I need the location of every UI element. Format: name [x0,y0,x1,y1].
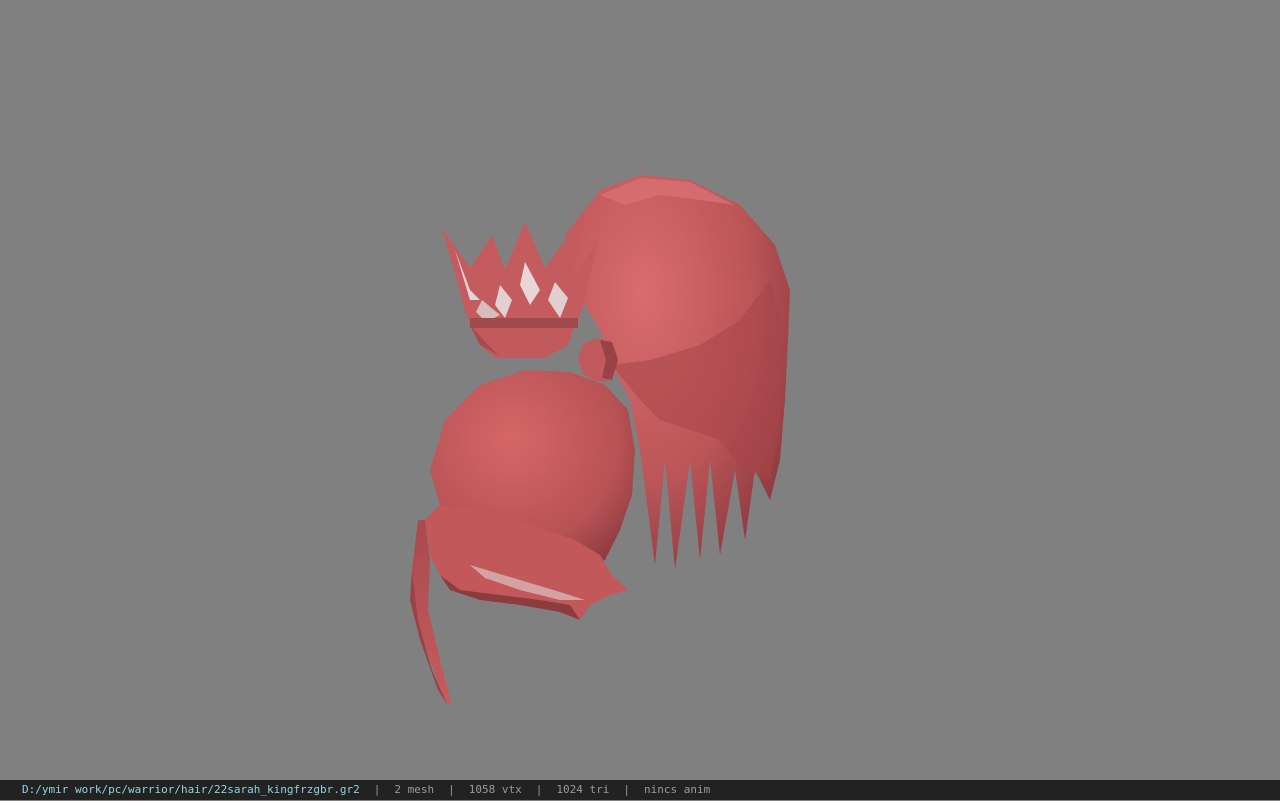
hair-tie-mesh [578,338,618,382]
head-cap-mesh [410,370,635,706]
status-bar: D:/ymir work/pc/warrior/hair/22sarah_kin… [0,780,1280,800]
status-separator: | [373,783,381,796]
vertex-count-label: 1058 vtx [468,783,522,796]
status-separator: | [535,783,543,796]
triangle-count-label: 1024 tri [556,783,610,796]
3d-viewport[interactable] [0,0,1280,780]
animation-status-label: nincs anim [643,783,711,796]
status-separator: | [448,783,455,796]
mesh-count-label: 2 mesh [394,783,435,796]
status-separator: | [623,783,630,796]
file-path-label: D:/ymir work/pc/warrior/hair/22sarah_kin… [22,783,360,796]
hair-model-render [410,175,790,706]
